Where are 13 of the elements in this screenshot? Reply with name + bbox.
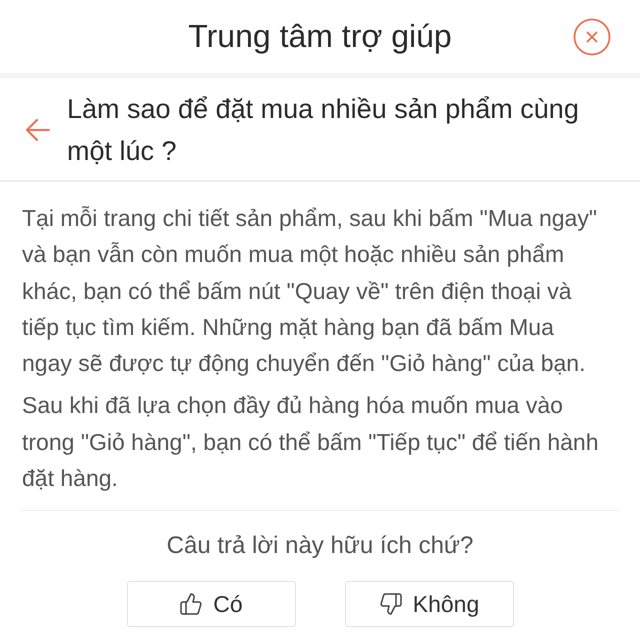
thumbs-down-icon	[378, 592, 403, 616]
back-button[interactable]	[24, 116, 52, 144]
answer-paragraph: Tại mỗi trang chi tiết sản phẩm, sau khi bấm "Mua ngay" và bạn vẫn còn muốn mua một hoặc nhiều sản phẩm khác, bạn có thể bấm nút "Quay về" trên điện thoại và tiếp tục tìm kiếm. Những mặt hàng bạn đã bấm Mua ngay sẽ được tự động chuyển đến "Giỏ hàng" của bạn.	[22, 204, 598, 378]
header-title: Trung tâm trợ giúp	[188, 18, 452, 55]
close-button[interactable]	[573, 18, 611, 56]
no-button[interactable]: Không	[344, 581, 514, 628]
question-title: Làm sao để đặt mua nhiều sản phẩm cùng một lúc ?	[67, 93, 580, 168]
answer-paragraph: Sau khi đã lựa chọn đầy đủ hàng hóa muốn mua vào trong "Giỏ hàng", bạn có thể bấm "Tiếp tục" để tiến hành đặt hàng.	[22, 391, 600, 494]
thumbs-up-icon	[179, 592, 204, 616]
back-arrow-icon	[24, 116, 52, 144]
feedback-prompt: Câu trả lời này hữu ích chứ?	[166, 531, 474, 562]
close-icon	[573, 18, 611, 56]
yes-button[interactable]: Có	[126, 581, 296, 628]
